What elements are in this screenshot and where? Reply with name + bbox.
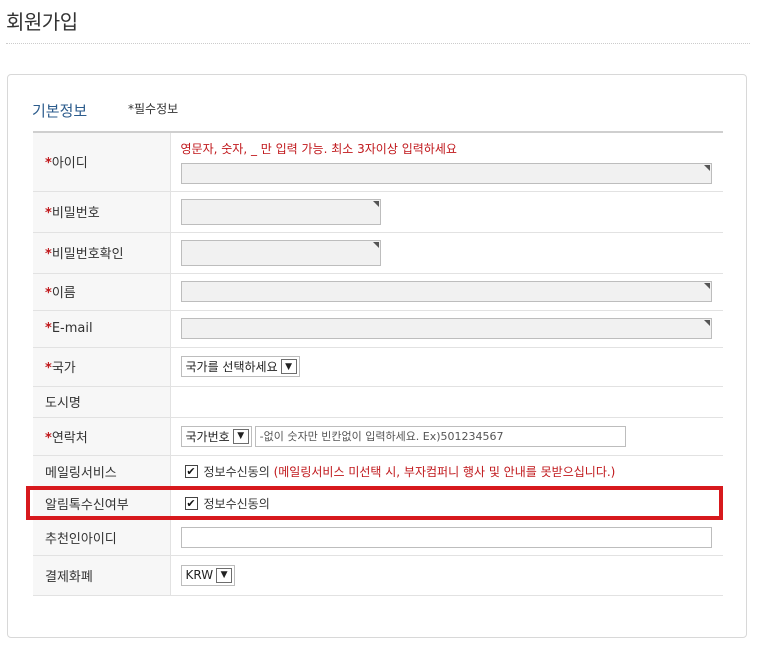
chevron-down-icon: ▼	[280, 359, 297, 374]
row-password-confirm: *비밀번호확인	[33, 232, 723, 274]
required-mark: *	[45, 156, 52, 172]
currency-select[interactable]: KRW ▼	[180, 564, 236, 586]
name-input[interactable]	[180, 281, 712, 302]
label-text: 알림톡수신여부	[45, 497, 129, 513]
cell-country: 국가를 선택하세요 ▼	[170, 347, 723, 387]
label-text: 비밀번호	[51, 206, 100, 221]
label-text: 아이디	[51, 156, 88, 172]
input-corner-icon	[703, 283, 710, 289]
label-referrer: 추천인아이디	[33, 519, 171, 556]
cell-currency: KRW ▼	[170, 555, 723, 596]
currency-select-value: KRW	[185, 568, 214, 582]
label-contact: *연락처	[33, 417, 171, 456]
row-email: *E-mail	[33, 310, 723, 348]
required-mark: *	[45, 430, 52, 446]
label-text: 추천인아이디	[45, 531, 117, 547]
mailing-option-label: 정보수신동의	[203, 464, 270, 479]
sms-option-label: 정보수신동의	[203, 496, 270, 511]
member-form: *아이디 영문자, 숫자, _ 만 입력 가능. 최소 3자이상 입력하세요 *…	[33, 131, 723, 596]
password-confirm-input[interactable]	[180, 239, 381, 266]
row-city: 도시명	[33, 386, 723, 418]
cell-sms: ✔ 정보수신동의	[170, 487, 723, 520]
label-text: 비밀번호확인	[51, 247, 124, 262]
row-name: *이름	[33, 273, 723, 311]
mailing-checkbox[interactable]: ✔	[184, 464, 198, 478]
chevron-down-icon: ▼	[216, 567, 233, 583]
label-country: *국가	[33, 347, 171, 387]
required-mark: *	[45, 361, 52, 376]
row-currency: 결제화폐 KRW ▼	[33, 555, 723, 596]
cell-city	[170, 386, 723, 418]
row-country: *국가 국가를 선택하세요 ▼	[33, 347, 723, 387]
label-text: 연락처	[51, 430, 88, 446]
label-currency: 결제화폐	[33, 555, 171, 596]
label-text: 도시명	[45, 396, 81, 411]
userid-input[interactable]	[180, 162, 712, 184]
label-text: 이름	[51, 286, 76, 301]
chevron-down-icon: ▼	[232, 428, 249, 444]
cell-email	[170, 310, 723, 348]
label-password-confirm: *비밀번호확인	[33, 232, 171, 274]
input-corner-icon	[372, 200, 379, 207]
page-title: 회원가입	[6, 10, 78, 34]
row-contact: *연락처 국가번호 ▼ -없이 숫자만 빈칸없이 입력하세요. Ex)5012345…	[33, 417, 723, 456]
row-mailing: 메일링서비스 ✔ 정보수신동의 (메일링서비스 미선택 시, 부자컴퍼니 행사 및…	[33, 455, 723, 488]
label-userid: *아이디	[33, 132, 171, 192]
cell-password	[170, 191, 723, 233]
label-email: *E-mail	[33, 310, 171, 348]
referrer-input[interactable]	[180, 526, 712, 548]
input-corner-icon	[703, 320, 710, 326]
row-referrer: 추천인아이디	[33, 519, 723, 556]
input-corner-icon	[372, 241, 379, 248]
required-mark: *	[45, 321, 52, 336]
label-name: *이름	[33, 273, 171, 311]
label-password: *비밀번호	[33, 191, 171, 233]
section-title: 기본정보	[32, 102, 88, 120]
country-select-value: 국가를 선택하세요	[185, 360, 278, 374]
cell-contact: 국가번호 ▼ -없이 숫자만 빈칸없이 입력하세요. Ex)501234567	[170, 417, 723, 456]
title-divider	[6, 43, 750, 44]
label-text: 국가	[51, 361, 76, 376]
country-code-value: 국가번호	[185, 429, 230, 444]
mailing-note: (메일링서비스 미선택 시, 부자컴퍼니 행사 및 안내를 못받으십니다.)	[273, 464, 616, 479]
label-text: E-mail	[51, 321, 93, 336]
label-sms: 알림톡수신여부	[33, 487, 171, 520]
country-select[interactable]: 국가를 선택하세요 ▼	[180, 356, 300, 377]
userid-hint: 영문자, 숫자, _ 만 입력 가능. 최소 3자이상 입력하세요	[180, 141, 457, 156]
required-mark: *	[45, 206, 52, 221]
email-input[interactable]	[180, 318, 712, 339]
label-text: 메일링서비스	[45, 465, 117, 481]
label-city: 도시명	[33, 386, 171, 418]
cell-password-confirm	[170, 232, 723, 274]
row-userid: *아이디 영문자, 숫자, _ 만 입력 가능. 최소 3자이상 입력하세요	[33, 132, 723, 192]
required-note: *필수정보	[128, 102, 179, 116]
phone-input[interactable]: -없이 숫자만 빈칸없이 입력하세요. Ex)501234567	[254, 425, 626, 447]
row-password: *비밀번호	[33, 191, 723, 233]
label-text: 결제화폐	[45, 569, 93, 585]
required-mark: *	[45, 247, 52, 262]
required-mark: *	[45, 286, 52, 301]
cell-userid: 영문자, 숫자, _ 만 입력 가능. 최소 3자이상 입력하세요	[170, 132, 723, 192]
country-code-select[interactable]: 국가번호 ▼	[180, 425, 252, 447]
cell-name	[170, 273, 723, 311]
row-sms: 알림톡수신여부 ✔ 정보수신동의	[33, 487, 723, 520]
password-input[interactable]	[180, 198, 381, 225]
label-mailing: 메일링서비스	[33, 455, 171, 488]
cell-mailing: ✔ 정보수신동의 (메일링서비스 미선택 시, 부자컴퍼니 행사 및 안내를 못받…	[170, 455, 723, 488]
sms-checkbox[interactable]: ✔	[184, 496, 198, 510]
cell-referrer	[170, 519, 723, 556]
input-corner-icon	[703, 164, 710, 171]
